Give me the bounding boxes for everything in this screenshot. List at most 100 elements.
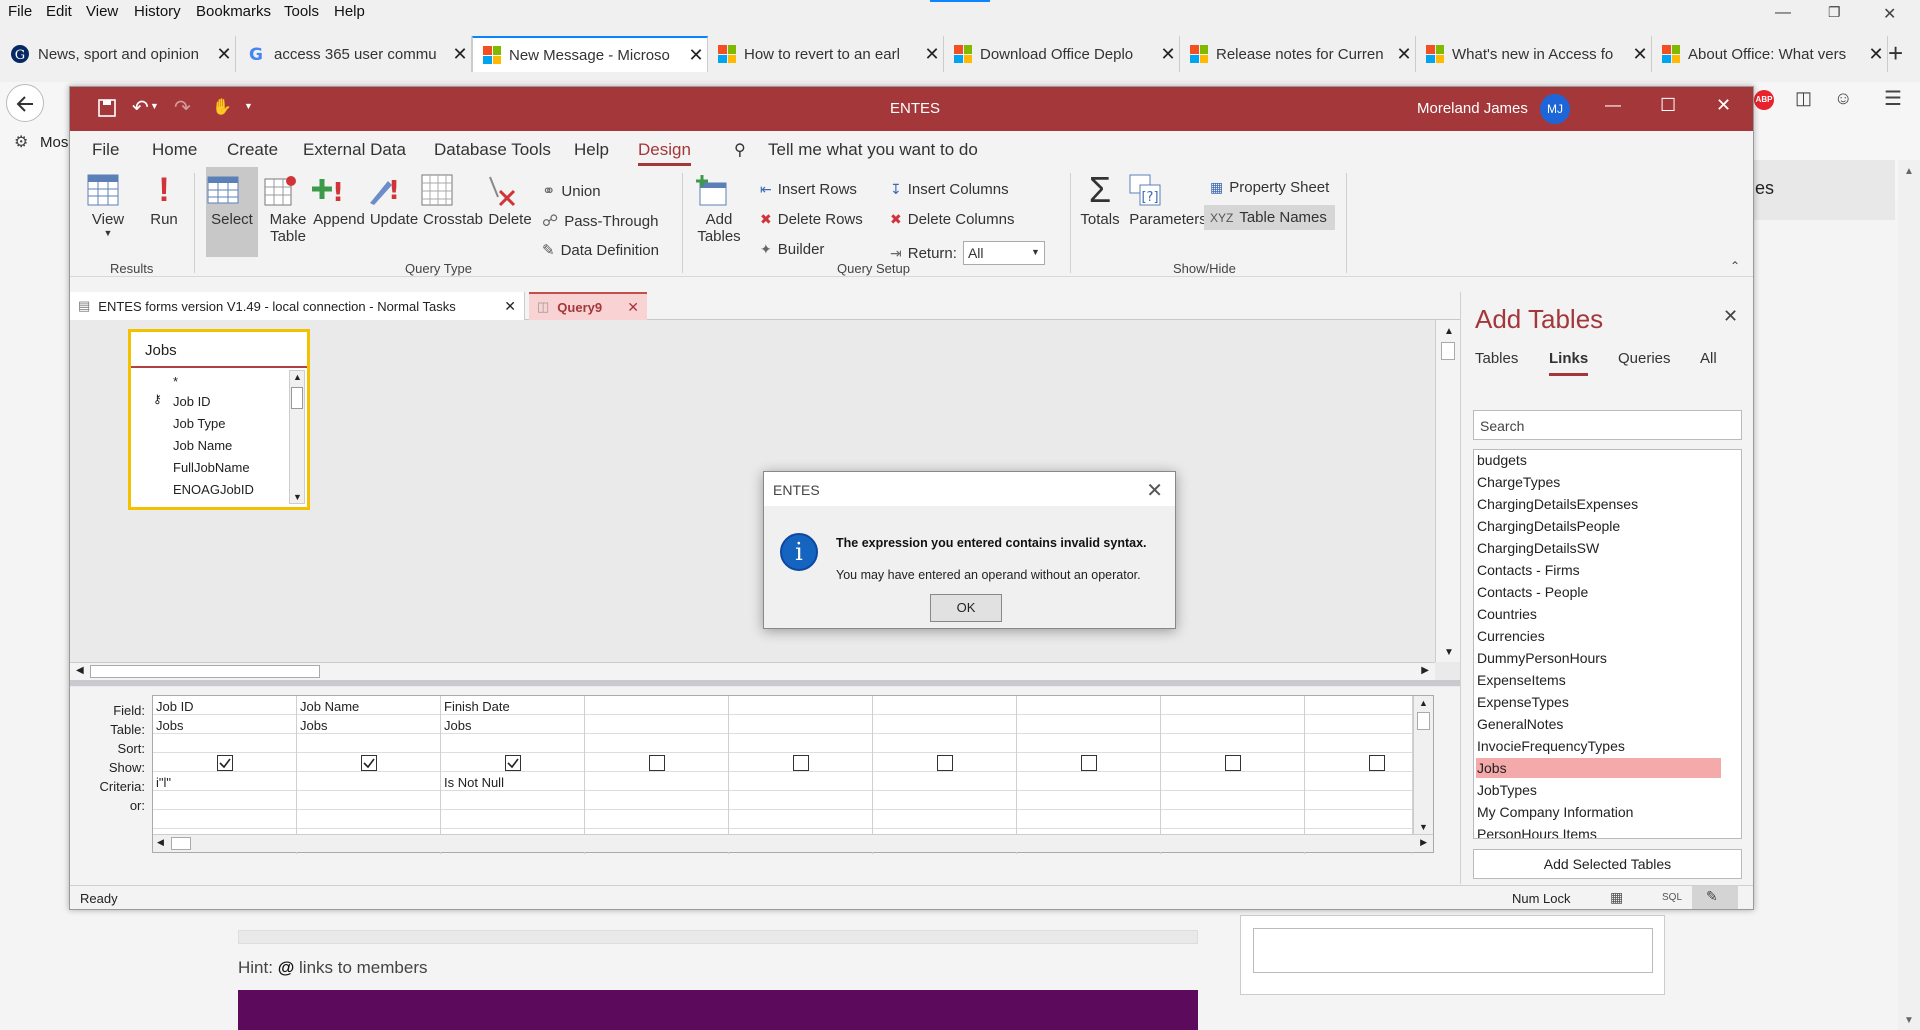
doc-tab-query9[interactable]: ◫ Query9 ✕ bbox=[529, 292, 647, 320]
select-query-button[interactable]: Select bbox=[206, 167, 258, 257]
browser-tab[interactable]: What's new in Access fo ✕ bbox=[1416, 36, 1652, 72]
tab-design[interactable]: Design bbox=[638, 140, 691, 166]
qbe-column-5[interactable] bbox=[729, 696, 873, 854]
property-sheet-button[interactable]: ▦ Property Sheet bbox=[1210, 179, 1329, 196]
pane-tab-all[interactable]: All bbox=[1700, 350, 1717, 367]
post-editor[interactable] bbox=[238, 930, 1198, 944]
close-tab-icon[interactable]: ✕ bbox=[449, 44, 471, 65]
sidebar-icon[interactable]: ◫ bbox=[1795, 88, 1812, 109]
menu-bookmarks[interactable]: Bookmarks bbox=[196, 3, 271, 20]
totals-button[interactable]: Σ Totals bbox=[1076, 172, 1124, 229]
list-item[interactable]: ChargeTypes bbox=[1476, 472, 1721, 492]
list-item[interactable]: budgets bbox=[1476, 450, 1721, 470]
close-tab-icon[interactable]: ✕ bbox=[1865, 44, 1887, 65]
close-tab-icon[interactable]: ✕ bbox=[685, 45, 707, 66]
tell-me-box[interactable]: Tell me what you want to do bbox=[768, 140, 978, 160]
menu-history[interactable]: History bbox=[134, 3, 181, 20]
qbe-column-1[interactable]: Job ID Jobs i"l" bbox=[153, 696, 297, 854]
return-dropdown[interactable]: All ▼ bbox=[962, 241, 1045, 265]
list-item[interactable]: Countries bbox=[1476, 604, 1721, 624]
maximize-icon[interactable]: ☐ bbox=[1660, 95, 1676, 116]
qbe-grid[interactable]: Job ID Jobs i"l" Job Name Jobs Finish Da… bbox=[152, 695, 1434, 854]
close-tab-icon[interactable]: ✕ bbox=[1157, 44, 1179, 65]
browser-tab[interactable]: How to revert to an earl ✕ bbox=[708, 36, 944, 72]
append-button[interactable]: ! Append bbox=[310, 173, 368, 228]
account-icon[interactable]: ☺ bbox=[1834, 88, 1852, 109]
restore-icon[interactable]: ❐ bbox=[1828, 4, 1841, 21]
list-item-selected[interactable]: Jobs bbox=[1476, 758, 1721, 778]
design-view-button[interactable]: ✎ bbox=[1692, 886, 1738, 909]
user-name[interactable]: Moreland James bbox=[1417, 100, 1528, 117]
menu-file[interactable]: File bbox=[8, 3, 32, 20]
close-icon[interactable]: ✕ bbox=[1883, 4, 1896, 24]
datasheet-view-icon[interactable]: ▦ bbox=[1610, 889, 1623, 906]
list-item[interactable]: My Company Information bbox=[1476, 802, 1721, 822]
chevron-down-icon[interactable]: ▼ bbox=[150, 101, 159, 111]
menu-tools[interactable]: Tools bbox=[284, 3, 319, 20]
ok-button[interactable]: OK bbox=[930, 594, 1002, 622]
show-checkbox-checked[interactable] bbox=[361, 755, 377, 771]
page-partial-button[interactable]: es bbox=[1745, 160, 1895, 220]
browser-tab[interactable]: Download Office Deplo ✕ bbox=[944, 36, 1180, 72]
qbe-column-4[interactable] bbox=[585, 696, 729, 854]
delete-columns-button[interactable]: ✖ Delete Columns bbox=[890, 211, 1014, 228]
hamburger-menu-icon[interactable]: ☰ bbox=[1884, 86, 1902, 111]
back-button[interactable] bbox=[6, 84, 44, 122]
list-item[interactable]: GeneralNotes bbox=[1476, 714, 1721, 734]
qbe-column-7[interactable] bbox=[1017, 696, 1161, 854]
close-tab-icon[interactable]: ✕ bbox=[213, 44, 235, 65]
minimize-icon[interactable]: — bbox=[1775, 4, 1791, 22]
close-icon[interactable]: ✕ bbox=[1716, 95, 1731, 116]
run-button[interactable]: ! Run bbox=[144, 173, 184, 228]
pane-tab-queries[interactable]: Queries bbox=[1618, 350, 1671, 367]
make-table-button[interactable]: Make Table bbox=[263, 173, 313, 245]
delete-query-button[interactable]: Delete bbox=[484, 173, 536, 228]
list-item[interactable]: ChargingDetailsPeople bbox=[1476, 516, 1721, 536]
close-tab-icon[interactable]: ✕ bbox=[1629, 44, 1651, 65]
new-tab-icon[interactable]: + bbox=[1888, 38, 1903, 69]
qbe-column-6[interactable] bbox=[873, 696, 1017, 854]
customize-qat-icon[interactable]: ▼ bbox=[244, 101, 253, 111]
list-item[interactable]: InvocieFrequencyTypes bbox=[1476, 736, 1721, 756]
show-checkbox[interactable] bbox=[793, 755, 809, 771]
show-checkbox[interactable] bbox=[937, 755, 953, 771]
field-job-type[interactable]: Job Type bbox=[173, 416, 226, 431]
list-item[interactable]: JobTypes bbox=[1476, 780, 1721, 800]
update-button[interactable]: ! Update bbox=[366, 173, 422, 228]
field-enoagjobid[interactable]: ENOAGJobID bbox=[173, 482, 254, 497]
qbe-column-2[interactable]: Job Name Jobs bbox=[297, 696, 441, 854]
fieldlist-title[interactable]: Jobs bbox=[131, 332, 307, 368]
list-item[interactable]: ExpenseItems bbox=[1476, 670, 1721, 690]
table-fieldlist-jobs[interactable]: Jobs * ⚷ Job ID Job Type Job Name FullJo… bbox=[128, 329, 310, 510]
close-tab-icon[interactable]: ✕ bbox=[921, 44, 943, 65]
list-item[interactable]: ExpenseTypes bbox=[1476, 692, 1721, 712]
show-checkbox[interactable] bbox=[1369, 755, 1385, 771]
list-item[interactable]: PersonHours Items bbox=[1476, 824, 1721, 838]
save-icon[interactable] bbox=[98, 99, 116, 117]
tab-file[interactable]: File bbox=[92, 140, 119, 160]
tab-create[interactable]: Create bbox=[227, 140, 278, 160]
field-job-id[interactable]: Job ID bbox=[173, 394, 211, 409]
field-fulljobname[interactable]: FullJobName bbox=[173, 460, 250, 475]
insert-rows-button[interactable]: ⇤ Insert Rows bbox=[760, 181, 857, 198]
browser-tab[interactable]: Release notes for Curren ✕ bbox=[1180, 36, 1416, 72]
close-tab-icon[interactable]: ✕ bbox=[1393, 44, 1415, 65]
design-horizontal-scrollbar[interactable]: ◀ ▶ bbox=[70, 662, 1435, 680]
crosstab-button[interactable]: Crosstab bbox=[420, 173, 486, 228]
search-input[interactable]: Search bbox=[1473, 410, 1742, 440]
minimize-icon[interactable]: — bbox=[1605, 97, 1621, 115]
browser-tab[interactable]: G access 365 user commu ✕ bbox=[236, 36, 472, 72]
show-checkbox-checked[interactable] bbox=[505, 755, 521, 771]
view-button[interactable]: View ▼ bbox=[86, 173, 130, 238]
list-item[interactable]: ChargingDetailsSW bbox=[1476, 538, 1721, 558]
add-tables-button[interactable]: Add Tables bbox=[694, 173, 744, 245]
doc-tab-normal-tasks[interactable]: ▤ ENTES forms version V1.49 - local conn… bbox=[70, 292, 525, 320]
adblock-icon[interactable]: ABP bbox=[1754, 90, 1774, 110]
avatar[interactable]: MJ bbox=[1540, 94, 1570, 124]
tab-database-tools[interactable]: Database Tools bbox=[434, 140, 551, 160]
browser-tab[interactable]: About Office: What vers ✕ bbox=[1652, 36, 1888, 72]
undo-icon[interactable]: ↶ bbox=[132, 95, 149, 120]
list-item[interactable]: ChargingDetailsExpenses bbox=[1476, 494, 1721, 514]
show-checkbox-checked[interactable] bbox=[217, 755, 233, 771]
list-item[interactable]: DummyPersonHours bbox=[1476, 648, 1721, 668]
